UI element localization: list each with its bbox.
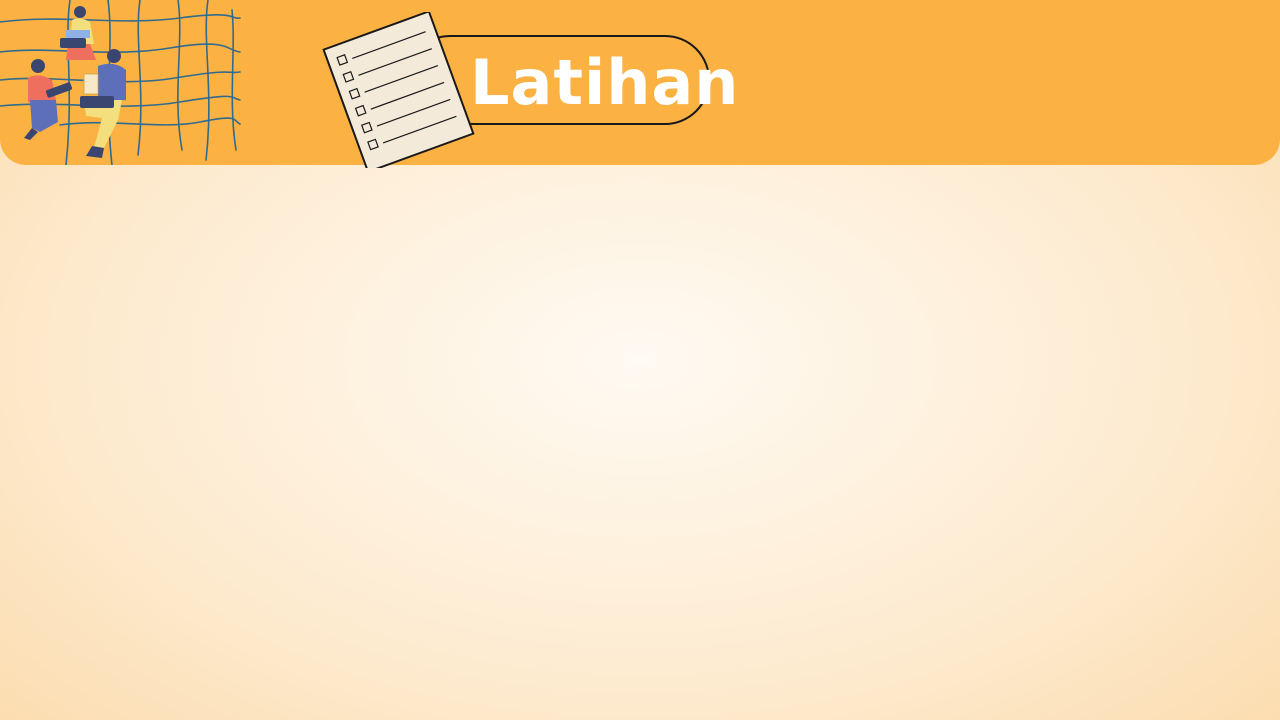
checklist-paper-icon: [322, 12, 475, 168]
person-left: [24, 59, 73, 140]
page-title: Latihan: [470, 46, 740, 119]
person-top: [60, 6, 96, 60]
person-right: [80, 49, 126, 158]
people-with-laptops-illustration: [24, 6, 126, 158]
header-band: Latihan: [0, 0, 1280, 168]
